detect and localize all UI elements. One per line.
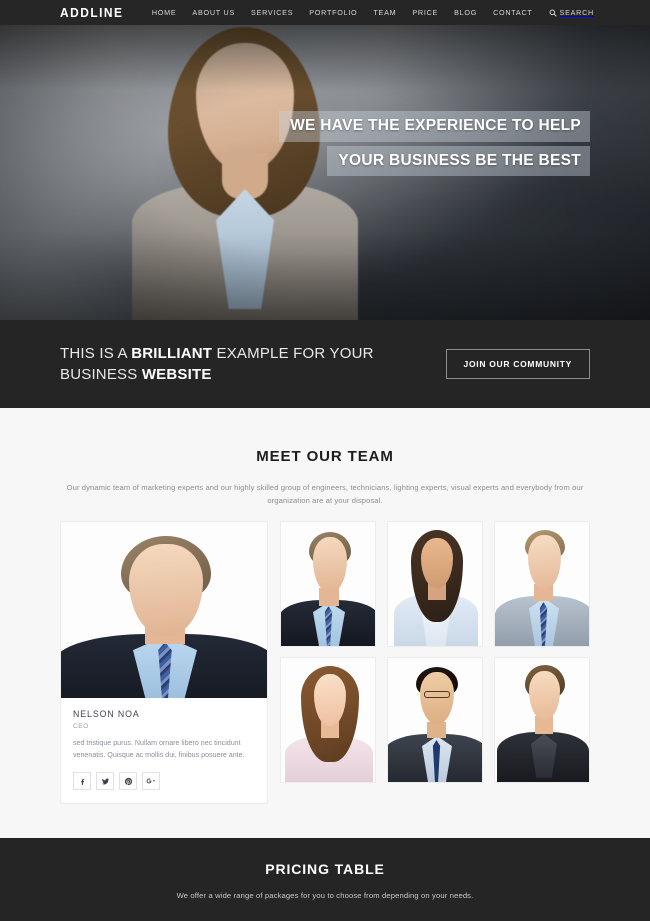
- team-thumb-3[interactable]: [494, 521, 590, 647]
- team-featured-description: sed tristique purus. Nullam ornare liber…: [73, 739, 245, 759]
- nav-item-home[interactable]: HOME: [144, 8, 185, 17]
- team-featured-social-links: [73, 772, 255, 791]
- join-our-community-button[interactable]: JOIN OUR COMMUNITY: [445, 349, 590, 379]
- page-root: ADDLINE HOME ABOUT US SERVICES PORTFOLIO…: [0, 0, 650, 921]
- call-to-action-band: THIS IS A BRILLIANT EXAMPLE FOR YOUR BUS…: [0, 320, 650, 408]
- nav-item-price[interactable]: PRICE: [404, 8, 446, 17]
- team-featured-role: CEO: [73, 723, 89, 730]
- team-thumb-1[interactable]: [280, 521, 376, 647]
- team-featured-info: NELSON NOA CEO sed tristique purus. Null…: [61, 698, 267, 803]
- main-navigation: HOME ABOUT US SERVICES PORTFOLIO TEAM PR…: [144, 8, 598, 17]
- site-header: ADDLINE HOME ABOUT US SERVICES PORTFOLIO…: [0, 0, 650, 25]
- nav-search-button[interactable]: SEARCH: [541, 8, 598, 17]
- nav-item-services[interactable]: SERVICES: [243, 8, 301, 17]
- team-thumb-2[interactable]: [387, 521, 483, 647]
- nav-item-blog[interactable]: BLOG: [446, 8, 485, 17]
- team-section: MEET OUR TEAM Our dynamic team of market…: [0, 408, 650, 838]
- nav-item-portfolio[interactable]: PORTFOLIO: [301, 8, 365, 17]
- nav-item-about-us[interactable]: ABOUT US: [184, 8, 243, 17]
- nav-item-contact[interactable]: CONTACT: [485, 8, 540, 17]
- hero-headline: WE HAVE THE EXPERIENCE TO HELP YOUR BUSI…: [279, 111, 590, 180]
- site-logo[interactable]: ADDLINE: [60, 6, 123, 19]
- pinterest-icon[interactable]: [119, 772, 137, 791]
- pricing-section: PRICING TABLE We offer a wide range of p…: [0, 838, 650, 921]
- team-grid: NELSON NOA CEO sed tristique purus. Null…: [60, 521, 590, 805]
- hero-headline-line-2: YOUR BUSINESS BE THE BEST: [327, 145, 590, 176]
- facebook-icon[interactable]: [73, 772, 91, 791]
- twitter-icon[interactable]: [96, 772, 114, 791]
- team-section-title: MEET OUR TEAM: [256, 448, 394, 465]
- nav-search-label: SEARCH: [559, 8, 594, 17]
- team-featured-card[interactable]: NELSON NOA CEO sed tristique purus. Null…: [60, 521, 268, 805]
- team-featured-name: NELSON NOA: [73, 709, 140, 719]
- cta-text-part1: THIS IS A: [60, 344, 132, 362]
- team-featured-photo: [61, 522, 267, 698]
- team-section-subtitle: Our dynamic team of marketing experts an…: [66, 483, 584, 506]
- team-thumbnail-grid: [280, 521, 590, 804]
- hero-banner: WE HAVE THE EXPERIENCE TO HELP YOUR BUSI…: [0, 25, 650, 320]
- search-icon: [549, 9, 557, 17]
- team-thumb-4[interactable]: [280, 657, 376, 783]
- cta-text-bold1: BRILLIANT: [131, 344, 213, 362]
- pricing-section-subtitle: We offer a wide range of packages for yo…: [176, 891, 474, 900]
- nav-item-team[interactable]: TEAM: [365, 8, 404, 17]
- google-plus-icon[interactable]: [142, 772, 160, 791]
- cta-headline: THIS IS A BRILLIANT EXAMPLE FOR YOUR BUS…: [60, 343, 446, 386]
- team-thumb-6[interactable]: [494, 657, 590, 783]
- cta-text-bold2: WEBSITE: [141, 366, 212, 383]
- hero-headline-line-1: WE HAVE THE EXPERIENCE TO HELP: [279, 111, 590, 142]
- team-thumb-5[interactable]: [387, 657, 483, 783]
- pricing-section-title: PRICING TABLE: [265, 861, 385, 877]
